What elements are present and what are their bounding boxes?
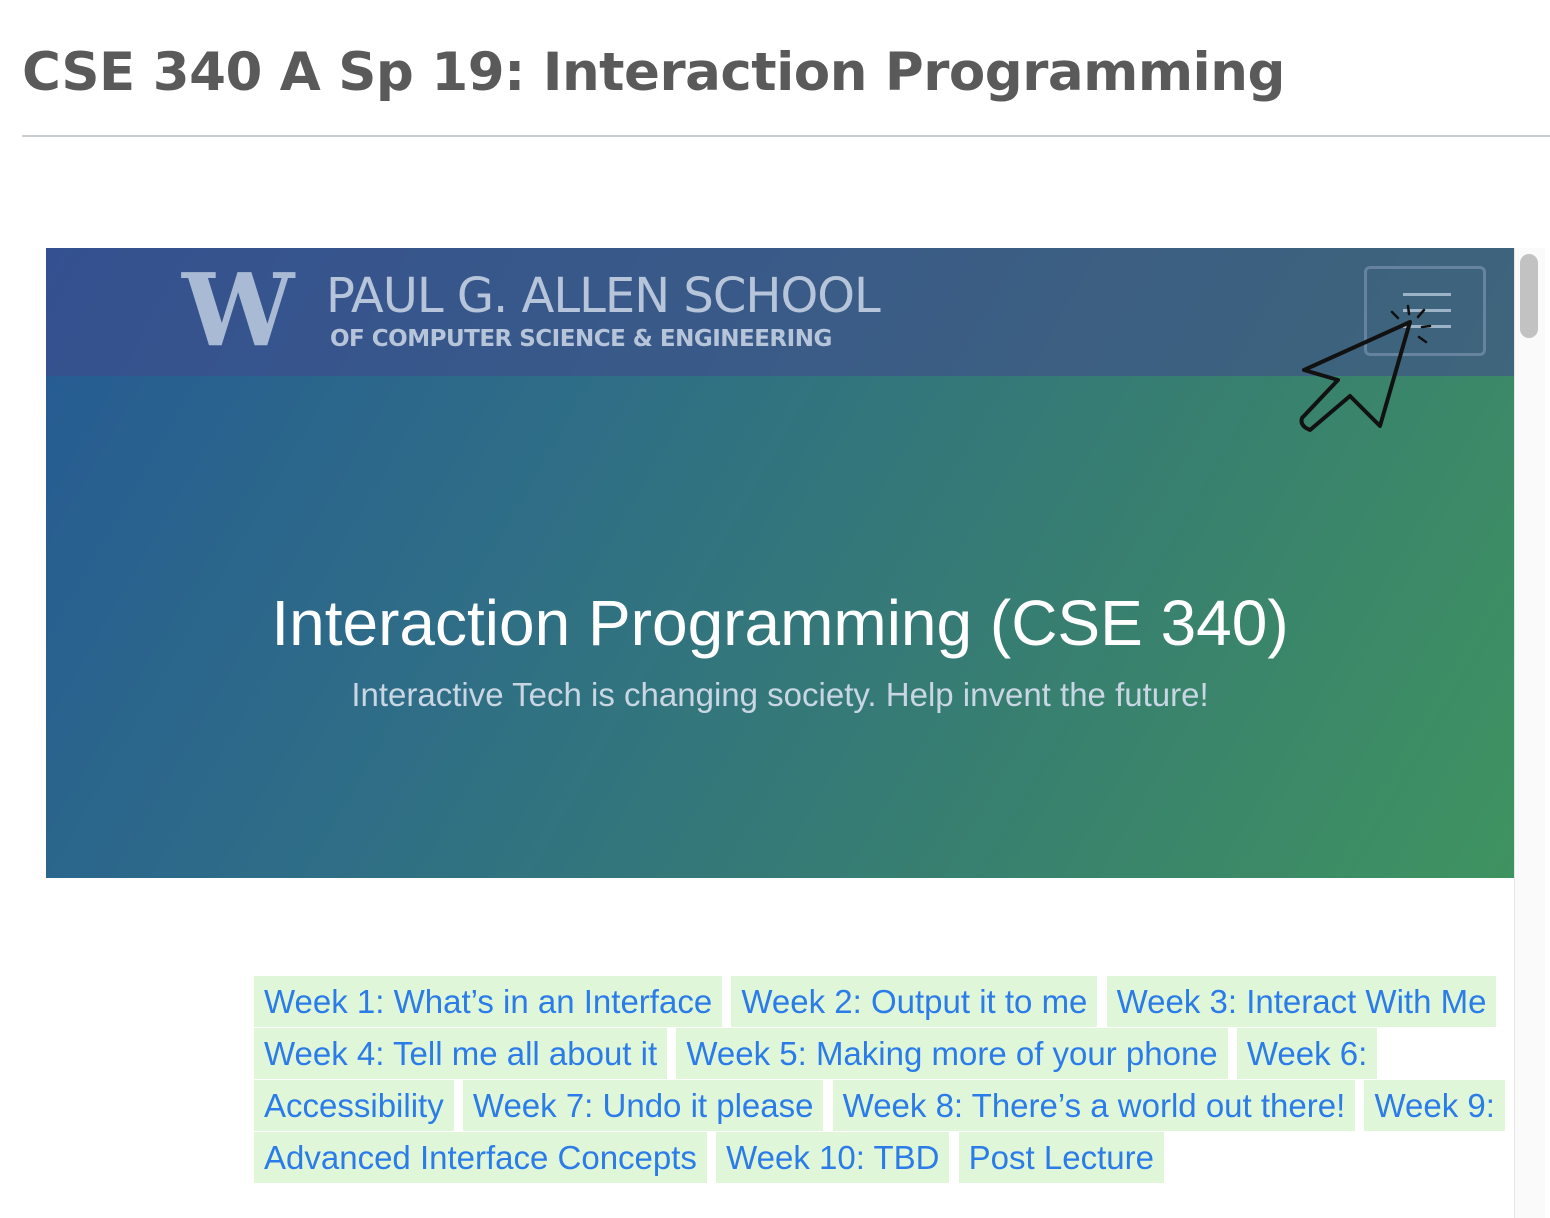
week-link-1[interactable]: Week 1: What’s in an Interface (254, 976, 723, 1027)
week-navigation: Week 1: What’s in an Interface Week 2: O… (254, 976, 1514, 1184)
school-subtitle[interactable]: OF COMPUTER SCIENCE & ENGINEERING (330, 326, 832, 352)
embedded-course-page: W PAUL G. ALLEN SCHOOL OF COMPUTER SCIEN… (46, 248, 1514, 1218)
week-link-8[interactable]: Week 8: There’s a world out there! (832, 1080, 1356, 1131)
title-divider (22, 135, 1550, 137)
hamburger-menu-icon (1403, 293, 1451, 296)
hero-banner: W PAUL G. ALLEN SCHOOL OF COMPUTER SCIEN… (46, 248, 1514, 878)
school-name[interactable]: PAUL G. ALLEN SCHOOL (326, 268, 881, 324)
week-link-3[interactable]: Week 3: Interact With Me (1106, 976, 1497, 1027)
hero-title: Interaction Programming (CSE 340) (271, 587, 1289, 659)
hero-subtitle: Interactive Tech is changing society. He… (351, 676, 1209, 713)
week-link-10[interactable]: Week 10: TBD (716, 1132, 950, 1183)
post-lecture-link[interactable]: Post Lecture (958, 1132, 1164, 1183)
scrollbar-track[interactable] (1514, 248, 1545, 1218)
uw-logo[interactable]: W (182, 260, 294, 360)
scrollbar-thumb[interactable] (1520, 254, 1538, 338)
week-link-5[interactable]: Week 5: Making more of your phone (676, 1028, 1228, 1079)
click-cursor-icon (1299, 304, 1432, 432)
top-navbar: W PAUL G. ALLEN SCHOOL OF COMPUTER SCIEN… (46, 248, 1514, 432)
week-link-4[interactable]: Week 4: Tell me all about it (254, 1028, 668, 1079)
page-title: CSE 340 A Sp 19: Interaction Programming (22, 42, 1285, 103)
week-link-2[interactable]: Week 2: Output it to me (731, 976, 1098, 1027)
week-link-7[interactable]: Week 7: Undo it please (462, 1080, 824, 1131)
